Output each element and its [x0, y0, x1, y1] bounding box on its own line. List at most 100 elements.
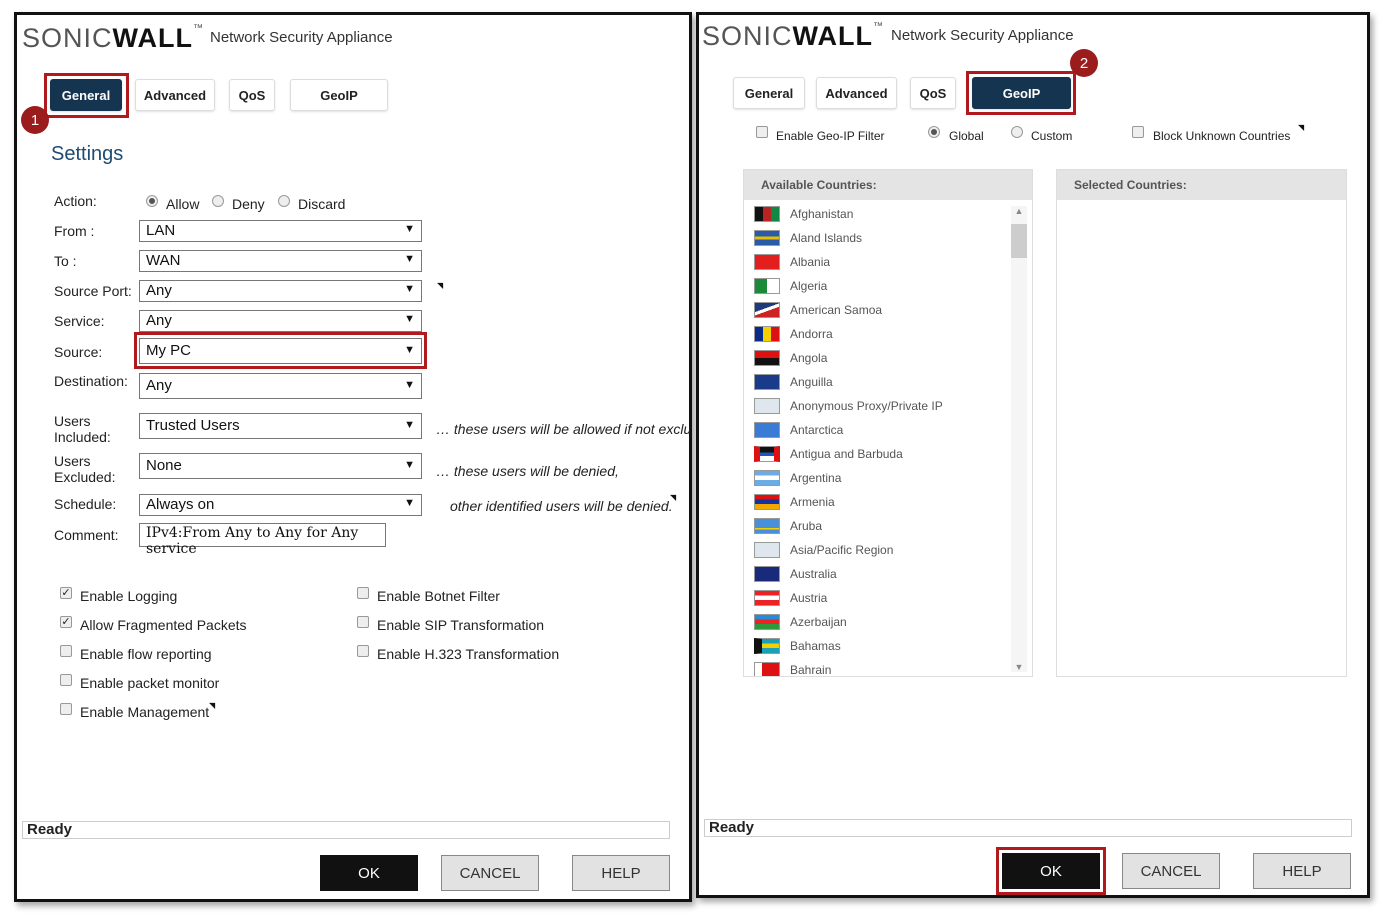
- list-item[interactable]: Antigua and Barbuda: [754, 442, 903, 466]
- list-item[interactable]: Aland Islands: [754, 226, 862, 250]
- asia-pacific-flag-icon: [754, 542, 780, 558]
- antigua-flag-icon: [754, 446, 780, 462]
- enable-management-checkbox[interactable]: [60, 703, 72, 715]
- users-excluded-select[interactable]: None ▼: [139, 453, 422, 479]
- list-item[interactable]: Azerbaijan: [754, 610, 847, 634]
- list-item[interactable]: Bahrain: [754, 658, 831, 676]
- h323-transformation-checkbox[interactable]: [357, 645, 369, 657]
- enable-management-label: Enable Management: [80, 704, 210, 720]
- enable-logging-label: Enable Logging: [80, 588, 178, 604]
- cancel-button[interactable]: CANCEL: [441, 855, 539, 891]
- australia-flag-icon: [754, 566, 780, 582]
- available-countries-list[interactable]: Available Countries: Afghanistan Aland I…: [743, 169, 1033, 677]
- block-unknown-checkbox[interactable]: [1132, 126, 1144, 138]
- tooltip-marker-icon: ◥: [1298, 123, 1305, 132]
- sip-transformation-label: Enable SIP Transformation: [377, 617, 545, 633]
- list-item[interactable]: Anonymous Proxy/Private IP: [754, 394, 943, 418]
- scroll-thumb[interactable]: [1011, 224, 1027, 258]
- service-select[interactable]: Any ▼: [139, 310, 422, 332]
- global-radio[interactable]: [928, 126, 940, 138]
- list-item[interactable]: American Samoa: [754, 298, 882, 322]
- tab-geoip[interactable]: GeoIP: [290, 79, 388, 111]
- service-label: Service:: [54, 313, 105, 329]
- packet-monitor-label: Enable packet monitor: [80, 675, 220, 691]
- tab-qos[interactable]: QoS: [910, 77, 956, 109]
- from-select[interactable]: LAN ▼: [139, 220, 422, 242]
- scroll-down-icon[interactable]: ▼: [1011, 662, 1027, 672]
- tooltip-marker-icon: ◥: [209, 701, 216, 710]
- tab-general[interactable]: General: [733, 77, 805, 109]
- discard-radio[interactable]: [278, 195, 290, 207]
- packet-monitor-checkbox[interactable]: [60, 674, 72, 686]
- angola-flag-icon: [754, 350, 780, 366]
- bahamas-flag-icon: [754, 638, 780, 654]
- list-item[interactable]: Argentina: [754, 466, 841, 490]
- enable-geoip-checkbox[interactable]: [756, 126, 768, 138]
- tab-advanced[interactable]: Advanced: [816, 77, 897, 109]
- chevron-down-icon: ▼: [404, 379, 415, 391]
- list-item[interactable]: Albania: [754, 250, 830, 274]
- custom-label: Custom: [1031, 129, 1073, 143]
- chevron-down-icon: ▼: [404, 283, 415, 295]
- list-item[interactable]: Austria: [754, 586, 827, 610]
- allow-fragmented-checkbox[interactable]: ✓: [60, 616, 72, 628]
- deny-radio[interactable]: [212, 195, 224, 207]
- allow-radio[interactable]: [146, 195, 158, 207]
- status-bar: Ready: [704, 819, 1352, 837]
- chevron-down-icon: ▼: [404, 313, 415, 325]
- list-item[interactable]: Armenia: [754, 490, 835, 514]
- list-item[interactable]: Afghanistan: [754, 202, 853, 226]
- algeria-flag-icon: [754, 278, 780, 294]
- list-item[interactable]: Andorra: [754, 322, 833, 346]
- discard-label: Discard: [298, 196, 346, 212]
- comment-input[interactable]: IPv4:From Any to Any for Any service: [139, 523, 386, 557]
- list-item[interactable]: Asia/Pacific Region: [754, 538, 893, 562]
- destination-select[interactable]: Any ▼: [139, 373, 422, 399]
- geoip-settings-dialog: SONICWALL™ Network Security Appliance Ge…: [696, 12, 1370, 898]
- app-name: Network Security Appliance: [210, 29, 393, 46]
- enable-logging-checkbox[interactable]: ✓: [60, 587, 72, 599]
- list-item[interactable]: Aruba: [754, 514, 822, 538]
- status-bar: Ready: [22, 821, 670, 839]
- list-item[interactable]: Bahamas: [754, 634, 841, 658]
- help-button[interactable]: HELP: [572, 855, 670, 891]
- users-included-select[interactable]: Trusted Users ▼: [139, 413, 422, 439]
- austria-flag-icon: [754, 590, 780, 606]
- flow-reporting-checkbox[interactable]: [60, 645, 72, 657]
- app-name: Network Security Appliance: [891, 27, 1074, 44]
- tab-advanced[interactable]: Advanced: [135, 79, 215, 111]
- list-item[interactable]: Antarctica: [754, 418, 843, 442]
- list-item[interactable]: Angola: [754, 346, 827, 370]
- allow-label: Allow: [166, 196, 200, 212]
- list-item[interactable]: Australia: [754, 562, 837, 586]
- botnet-filter-checkbox[interactable]: [357, 587, 369, 599]
- sonicwall-logo: SONICWALL™: [22, 23, 204, 53]
- cancel-button[interactable]: CANCEL: [1122, 853, 1220, 889]
- albania-flag-icon: [754, 254, 780, 270]
- countries-scrollbar[interactable]: ▲ ▼: [1011, 206, 1027, 672]
- selected-countries-list[interactable]: Selected Countries:: [1056, 169, 1347, 677]
- to-select[interactable]: WAN ▼: [139, 250, 422, 272]
- tooltip-marker-icon: ◥: [670, 493, 677, 502]
- help-button[interactable]: HELP: [1253, 853, 1351, 889]
- step-badge: 2: [1070, 49, 1098, 77]
- destination-label: Destination:: [54, 373, 128, 389]
- schedule-label: Schedule:: [54, 496, 117, 512]
- tab-qos[interactable]: QoS: [229, 79, 275, 111]
- scroll-up-icon[interactable]: ▲: [1011, 206, 1027, 216]
- aland-flag-icon: [754, 230, 780, 246]
- armenia-flag-icon: [754, 494, 780, 510]
- chevron-down-icon: ▼: [404, 419, 415, 431]
- list-item[interactable]: Algeria: [754, 274, 827, 298]
- sip-transformation-checkbox[interactable]: [357, 616, 369, 628]
- settings-title: Settings: [51, 143, 124, 165]
- botnet-filter-label: Enable Botnet Filter: [377, 588, 500, 604]
- ok-button[interactable]: OK: [320, 855, 418, 891]
- deny-label: Deny: [232, 196, 265, 212]
- schedule-select[interactable]: Always on ▼: [139, 494, 422, 516]
- from-label: From :: [54, 223, 95, 239]
- chevron-down-icon: ▼: [404, 459, 415, 471]
- custom-radio[interactable]: [1011, 126, 1023, 138]
- source-port-select[interactable]: Any ▼: [139, 280, 422, 302]
- list-item[interactable]: Anguilla: [754, 370, 833, 394]
